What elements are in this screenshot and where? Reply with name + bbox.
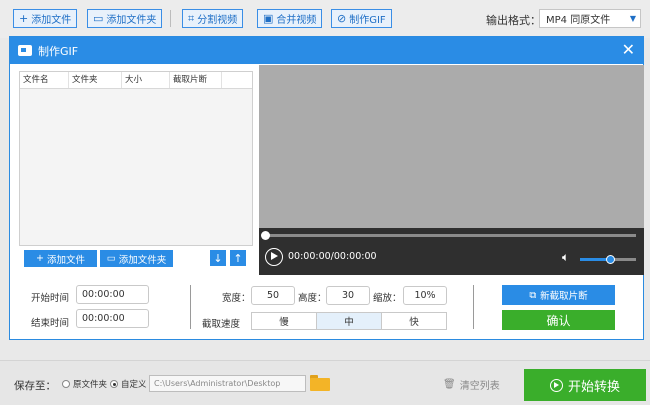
new-clip-button[interactable]: ⧉ 新截取片断 (502, 285, 615, 305)
output-path-field[interactable]: C:\Users\Administrator\Desktop (149, 375, 306, 392)
clear-list-button[interactable]: 🗑︎ 清空列表 (443, 377, 500, 392)
width-input[interactable]: 50 (251, 286, 295, 305)
move-up-button[interactable]: ↑ (230, 250, 246, 266)
add-folder-label: 添加文件夹 (106, 15, 157, 26)
progress-track[interactable] (266, 234, 636, 237)
move-down-button[interactable]: ↓ (210, 250, 226, 266)
add-folder-button[interactable]: ▭ 添加文件夹 (87, 9, 163, 28)
column-extra (222, 72, 252, 88)
folder-icon: ▭ (106, 253, 116, 264)
new-clip-label: 新截取片断 (540, 291, 588, 302)
column-clip[interactable]: 截取片断 (170, 72, 222, 88)
speed-option-fast[interactable]: 快 (382, 313, 446, 329)
split-video-button[interactable]: ⌗ 分割视频 (182, 9, 244, 28)
output-format-label: 输出格式： (486, 14, 541, 27)
speed-option-slow[interactable]: 慢 (252, 313, 317, 329)
height-label: 高度： (298, 293, 327, 304)
table-header: 文件名 文件夹 大小 截取片断 (20, 72, 252, 89)
volume-slider[interactable] (580, 255, 636, 264)
bottom-bar: 保存至： 原文件夹 自定义 C:\Users\Administrator\Des… (0, 360, 650, 405)
clear-list-label: 清空列表 (459, 381, 500, 392)
split-video-label: 分割视频 (197, 15, 238, 26)
plus-icon: + (36, 253, 44, 264)
dialog-title-bar: 制作GIF (10, 37, 643, 64)
column-filename[interactable]: 文件名 (20, 72, 69, 88)
start-time-input[interactable]: 00:00:00 (76, 285, 149, 304)
speed-option-medium[interactable]: 中 (317, 313, 382, 329)
dialog-add-file-button[interactable]: + 添加文件 (24, 250, 97, 267)
browse-folder-icon[interactable] (310, 375, 330, 391)
add-file-label: 添加文件 (31, 15, 72, 26)
column-folder[interactable]: 文件夹 (69, 72, 122, 88)
progress-handle[interactable] (261, 231, 270, 240)
make-gif-dialog: 制作GIF ✕ 文件名 文件夹 大小 截取片断 + 添加文件 ▭ 添加文件夹 ↓… (9, 36, 644, 340)
scissors-icon: ⌗ (188, 12, 195, 25)
dialog-add-file-label: 添加文件 (46, 254, 85, 266)
start-convert-label: 开始转换 (567, 379, 620, 395)
play-circle-icon (549, 378, 563, 392)
output-format-value: MP4 同原文件 (546, 15, 611, 26)
speed-selector: 慢 中 快 (251, 312, 447, 330)
arrow-up-icon: ↑ (233, 251, 243, 265)
link-icon: ⊘ (337, 12, 347, 25)
make-gif-label: 制作GIF (349, 15, 386, 26)
merge-video-button[interactable]: ▣ 合并视频 (257, 9, 323, 28)
file-list-table[interactable]: 文件名 文件夹 大小 截取片断 (19, 71, 253, 246)
arrow-down-icon: ↓ (213, 251, 223, 265)
close-icon[interactable]: ✕ (622, 41, 635, 59)
merge-video-label: 合并视频 (276, 15, 317, 26)
dropdown-arrow-icon: ▼ (629, 14, 636, 23)
column-size[interactable]: 大小 (122, 72, 170, 88)
volume-icon[interactable]: 🔈︎ (562, 250, 569, 265)
merge-icon: ▣ (263, 12, 274, 25)
toolbar-divider (170, 10, 171, 27)
end-time-label: 结束时间 (31, 318, 70, 329)
dialog-add-folder-label: 添加文件夹 (118, 254, 167, 266)
plus-icon: + (19, 12, 29, 25)
main-toolbar: + 添加文件 ▭ 添加文件夹 ⌗ 分割视频 ▣ 合并视频 ⊘ 制作GIF 输出格… (0, 0, 650, 38)
trash-icon: 🗑︎ (443, 379, 456, 390)
start-time-label: 开始时间 (31, 293, 70, 304)
scale-input[interactable]: 10% (403, 286, 447, 305)
playback-time: 00:00:00/00:00:00 (288, 251, 377, 262)
confirm-button[interactable]: 确认 (502, 310, 615, 330)
radio-custom-folder[interactable] (110, 380, 118, 388)
app-logo-icon (18, 45, 32, 56)
scale-label: 缩放： (373, 293, 402, 304)
end-time-input[interactable]: 00:00:00 (76, 309, 149, 328)
original-folder-label[interactable]: 原文件夹 (73, 378, 107, 390)
player-controls: 00:00:00/00:00:00 🔈︎ (259, 228, 644, 275)
custom-folder-label[interactable]: 自定义 (121, 378, 147, 390)
radio-original-folder[interactable] (62, 380, 70, 388)
output-format-select[interactable]: MP4 同原文件 ▼ (539, 9, 641, 28)
width-label: 宽度： (222, 293, 251, 304)
dialog-add-folder-button[interactable]: ▭ 添加文件夹 (100, 250, 173, 267)
height-input[interactable]: 30 (326, 286, 370, 305)
dialog-title: 制作GIF (38, 44, 79, 58)
make-gif-button[interactable]: ⊘ 制作GIF (331, 9, 392, 28)
folder-icon: ▭ (93, 12, 104, 25)
vertical-divider (473, 285, 474, 329)
volume-handle[interactable] (606, 255, 616, 264)
vertical-divider (190, 285, 191, 329)
speed-label: 截取速度 (202, 319, 241, 330)
save-to-label: 保存至： (14, 380, 56, 392)
play-icon[interactable] (265, 248, 283, 266)
start-convert-button[interactable]: 开始转换 (524, 369, 646, 401)
add-file-button[interactable]: + 添加文件 (13, 9, 78, 28)
crop-icon: ⧉ (529, 289, 537, 301)
